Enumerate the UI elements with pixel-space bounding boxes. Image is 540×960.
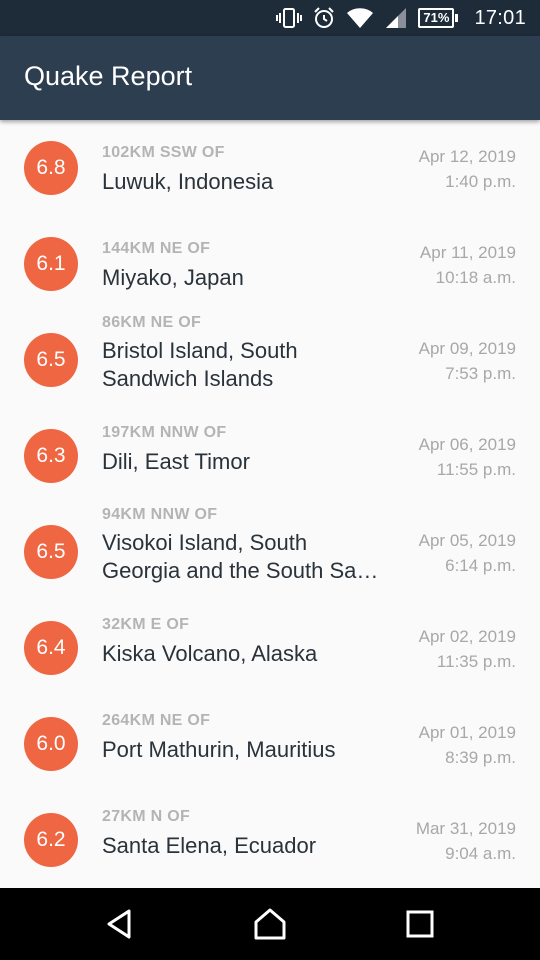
primary-location: Bristol Island, South Sandwich Islands <box>102 337 402 393</box>
magnitude-badge: 6.2 <box>24 813 78 867</box>
quake-date: Apr 01, 2019 <box>418 723 516 742</box>
quake-date: Apr 06, 2019 <box>418 435 516 454</box>
magnitude-badge: 6.8 <box>24 141 78 195</box>
quake-time: 7:53 p.m. <box>445 364 516 383</box>
magnitude-badge: 6.0 <box>24 717 78 771</box>
earthquake-item[interactable]: 6.5 86KM NE OF Bristol Island, South San… <box>0 312 540 408</box>
earthquake-item[interactable]: 6.4 32KM E OF Kiska Volcano, Alaska Apr … <box>0 600 540 696</box>
home-icon[interactable] <box>252 906 288 942</box>
status-bar: 71% 17:01 <box>0 0 540 36</box>
magnitude-badge: 6.1 <box>24 237 78 291</box>
primary-location: Visokoi Island, South Georgia and the So… <box>102 529 402 585</box>
earthquake-item[interactable]: 6.5 94KM NNW OF Visokoi Island, South Ge… <box>0 504 540 600</box>
magnitude-badge: 6.4 <box>24 621 78 675</box>
quake-date: Mar 31, 2019 <box>415 819 516 838</box>
location-offset: 27KM N OF <box>102 808 191 825</box>
alarm-icon <box>314 7 335 28</box>
earthquake-item[interactable]: 6.3 197KM NNW OF Dili, East Timor Apr 06… <box>0 408 540 504</box>
primary-location-line: Bristol Island, South <box>102 338 298 363</box>
location-offset: 32KM E OF <box>102 616 190 633</box>
primary-location-line: Visokoi Island, South <box>102 530 308 555</box>
primary-location-line: Sandwich Islands <box>102 366 274 391</box>
location-offset: 102KM SSW OF <box>102 144 225 161</box>
quake-time: 8:39 p.m. <box>445 748 516 767</box>
earthquake-item[interactable]: 6.2 27KM N OF Santa Elena, Ecuador Mar 3… <box>0 792 540 888</box>
vibrate-icon <box>276 8 303 28</box>
primary-location: Santa Elena, Ecuador <box>102 833 317 858</box>
navigation-bar <box>0 888 540 960</box>
primary-location-line: Georgia and the South Sa… <box>102 558 379 583</box>
status-icons: 71% 17:01 <box>276 0 526 36</box>
earthquake-list[interactable]: 6.8 102KM SSW OF Luwuk, Indonesia Apr 12… <box>0 120 540 888</box>
app-bar: Quake Report <box>0 36 540 120</box>
primary-location: Luwuk, Indonesia <box>102 169 274 194</box>
earthquake-item[interactable]: 6.0 264KM NE OF Port Mathurin, Mauritius… <box>0 696 540 792</box>
location-offset: 86KM NE OF <box>102 314 202 331</box>
signal-icon <box>386 8 407 28</box>
back-icon[interactable] <box>102 906 138 942</box>
quake-time: 6:14 p.m. <box>445 556 516 575</box>
primary-location: Kiska Volcano, Alaska <box>102 641 318 666</box>
status-clock: 17:01 <box>474 6 526 29</box>
primary-location: Port Mathurin, Mauritius <box>102 737 336 762</box>
quake-time: 1:40 p.m. <box>445 172 516 191</box>
battery-percent: 71% <box>418 8 455 28</box>
earthquake-item[interactable]: 6.8 102KM SSW OF Luwuk, Indonesia Apr 12… <box>0 120 540 216</box>
location-offset: 144KM NE OF <box>102 240 211 257</box>
quake-date: Apr 05, 2019 <box>418 531 516 550</box>
primary-location: Dili, East Timor <box>102 449 250 474</box>
magnitude-badge: 6.5 <box>24 333 78 387</box>
magnitude-badge: 6.3 <box>24 429 78 483</box>
recents-icon[interactable] <box>402 906 438 942</box>
quake-time: 10:18 a.m. <box>435 268 516 287</box>
quake-time: 11:35 p.m. <box>436 652 516 671</box>
quake-date: Apr 02, 2019 <box>418 627 516 646</box>
app-title: Quake Report <box>24 61 193 91</box>
location-offset: 94KM NNW OF <box>102 506 218 523</box>
quake-time: 9:04 a.m. <box>445 844 516 863</box>
battery-icon: 71% <box>418 8 459 28</box>
primary-location: Miyako, Japan <box>102 265 244 290</box>
earthquake-item[interactable]: 6.1 144KM NE OF Miyako, Japan Apr 11, 20… <box>0 216 540 312</box>
location-offset: 264KM NE OF <box>102 712 211 729</box>
magnitude-badge: 6.5 <box>24 525 78 579</box>
quake-date: Apr 11, 2019 <box>419 243 516 262</box>
quake-time: 11:55 p.m. <box>436 460 516 479</box>
wifi-icon <box>347 8 374 28</box>
quake-date: Apr 09, 2019 <box>418 339 516 358</box>
location-offset: 197KM NNW OF <box>102 424 227 441</box>
quake-date: Apr 12, 2019 <box>418 147 516 166</box>
